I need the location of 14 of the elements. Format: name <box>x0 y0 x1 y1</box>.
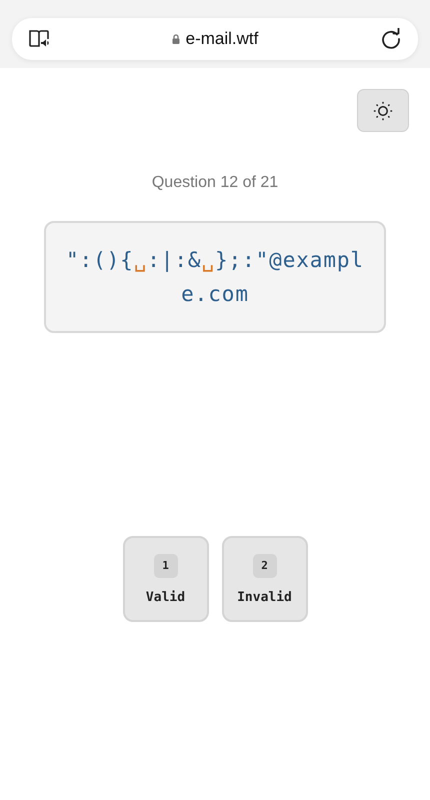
theme-toggle-button[interactable] <box>357 89 409 132</box>
shortcut-key: 2 <box>252 554 276 578</box>
address-bar[interactable]: e-mail.wtf <box>12 18 418 60</box>
answer-label: Valid <box>146 590 186 604</box>
answer-button[interactable]: 2 Invalid <box>222 536 308 622</box>
sun-icon <box>373 100 393 120</box>
shortcut-key: 1 <box>154 554 178 578</box>
reload-icon[interactable] <box>380 28 402 50</box>
answer-label: Invalid <box>237 590 292 604</box>
reader-icon[interactable] <box>28 29 50 49</box>
question-counter: Question 12 of 21 <box>150 174 280 192</box>
answer-button[interactable]: 1 Valid <box>122 536 208 622</box>
url-text: e-mail.wtf <box>186 29 258 49</box>
email-address: ":(){␣:|:&␣};:"@example.com <box>65 247 365 308</box>
